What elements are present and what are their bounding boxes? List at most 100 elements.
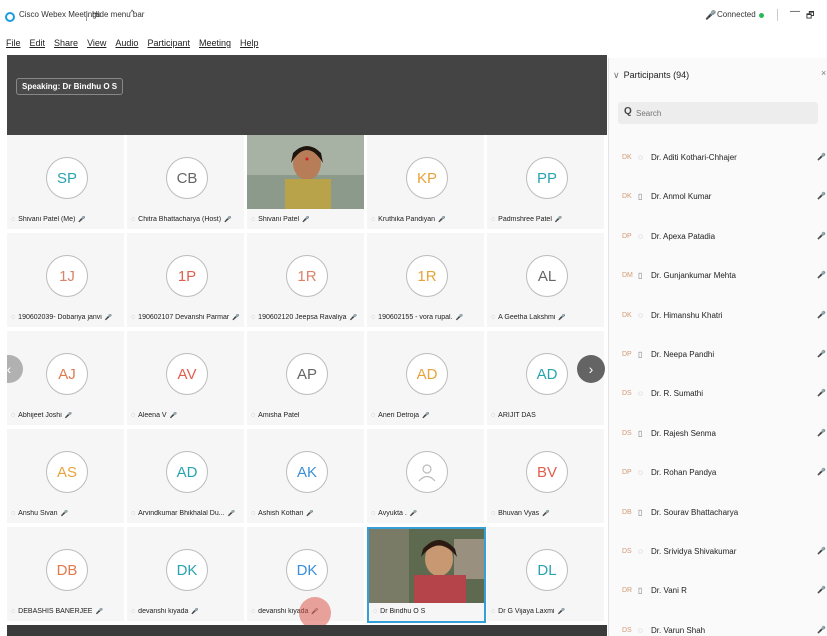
participant-tile[interactable]: AD ◌ Arvindkumar Bhikhalal Du... 🎤 [127,429,246,525]
participant-list-item[interactable]: DS ◌ Dr. Srividya Shivakumar 🎤 [609,534,827,573]
avatar: DK [166,549,208,591]
avatar-initials: AD [176,463,198,481]
participant-tile[interactable]: AP ◌ Amisha Patel [247,331,366,427]
participant-tile[interactable]: AK ◌ Ashish Kothari 🎤 [247,429,366,525]
participant-list-item[interactable]: DS ▯ Dr. Rajesh Senma 🎤 [609,416,827,455]
muted-microphone-icon[interactable]: 🎤 [817,429,826,437]
chevron-down-icon[interactable]: ∨ [613,70,620,80]
avatar-initials: DK [176,561,198,579]
device-icon: ◌ [638,389,643,399]
muted-microphone-icon[interactable]: 🎤 [817,547,826,555]
participant-list-item[interactable]: DP ◌ Dr. Rohan Pandya 🎤 [609,455,827,494]
device-icon: ◌ [11,216,16,223]
participant-name: Dr. R. Sumathi [651,389,704,399]
maximize-button[interactable]: 🗗 [806,8,814,24]
participant-tile[interactable]: 1P ◌ 190602107 Devanshi Parmar 🎤 [127,233,246,329]
participant-list-item[interactable]: DS ◌ Dr. R. Sumathi 🎤 [609,376,827,415]
webex-logo-icon [5,12,15,22]
muted-microphone-icon[interactable]: 🎤 [817,311,826,319]
participants-title: Participants (94) [623,70,690,80]
tile-name-row: ◌ Aneri Detroja 🎤 [371,412,481,419]
avatar: 1R [406,255,448,297]
participant-list-item[interactable]: DK ▯ Dr. Anmol Kumar 🎤 [609,179,827,218]
participant-tile[interactable]: 1R ◌ 190602155 - vora rupal. 🎤 [367,233,486,329]
participant-tile[interactable]: AJ ◌ Abhijeet Joshi 🎤 [7,331,126,427]
participant-list-item[interactable]: DK ◌ Dr. Aditi Kothari-Chhajer 🎤 [609,140,827,179]
participant-name: Dr. Vani R [651,586,687,596]
avatar: PP [526,157,568,199]
participant-tile[interactable]: 1J ◌ 190602039- Dobariya janvi 🎤 [7,233,126,329]
participant-name: 190602120 Jeepsa Ravaliya [258,314,347,321]
menu-help[interactable]: Help [240,38,259,50]
device-icon: ◌ [638,231,643,241]
muted-microphone-icon[interactable]: 🎤 [817,192,826,200]
device-icon: ◌ [491,608,496,615]
participant-tile[interactable]: DL ◌ Dr G Vijaya Laxmi 🎤 [487,527,606,623]
participant-list-item[interactable]: DM ▯ Dr. Gunjankumar Mehta 🎤 [609,258,827,297]
muted-microphone-icon[interactable]: 🎤 [817,468,826,476]
avatar: DB [46,549,88,591]
device-icon: ◌ [251,314,256,321]
participant-tile[interactable]: ◌ Dr Bindhu O S [367,527,486,623]
muted-microphone-icon: 🎤 [95,609,103,615]
participant-list-item[interactable]: DP ◌ Dr. Apexa Patadia 🎤 [609,219,827,258]
video-feed [247,135,364,209]
participant-tile[interactable]: AD ◌ Aneri Detroja 🎤 [367,331,486,427]
participant-tile[interactable]: ◌ Shivani Patel 🎤 [247,135,366,231]
menu-share[interactable]: Share [54,38,78,50]
muted-microphone-icon: 🎤 [554,217,563,223]
muted-microphone-icon[interactable]: 🎤 [817,626,826,634]
menu-view[interactable]: View [87,38,106,50]
participant-tile[interactable]: AS ◌ Anshu Sivan 🎤 [7,429,126,525]
participant-tile[interactable]: ◌ Avyukta . 🎤 [367,429,486,525]
menu-participant[interactable]: Participant [147,38,190,50]
close-panel-icon[interactable]: × [821,68,826,78]
participant-tile[interactable]: PP ◌ Padmshree Patel 🎤 [487,135,606,231]
avatar-initials: 1R [417,267,437,285]
participant-tile[interactable]: SP ◌ Shivani Patel (Me) 🎤 [7,135,126,231]
participant-tile[interactable]: DK ◌devanshi kiyada🎤 [127,527,246,623]
muted-microphone-icon[interactable]: 🎤 [817,271,826,279]
avatar: AS [46,451,88,493]
title-bar: Cisco Webex Meetings Hide menu bar ^ 🎤 C… [0,0,827,38]
participant-tile[interactable]: AL ◌ A Geetha Lakshmi 🎤 [487,233,606,329]
participant-tile[interactable]: CB ◌ Chitra Bhattacharya (Host) 🎤 [127,135,246,231]
device-icon: ◌ [638,546,643,556]
chevron-up-icon[interactable]: ^ [130,8,134,18]
muted-microphone-icon[interactable]: 🎤 [817,350,826,358]
avatar-initials: AD [536,365,558,383]
muted-microphone-icon[interactable]: 🎤 [817,389,826,397]
participant-search[interactable]: Q [618,102,818,124]
participants-header[interactable]: ∨ Participants (94) [613,70,689,81]
next-page-button[interactable]: › [577,355,605,383]
participant-tile[interactable]: KP ◌ Kruthika Pandiyan 🎤 [367,135,486,231]
hide-menu-bar-button[interactable]: Hide menu bar [92,10,144,19]
menu-audio[interactable]: Audio [115,38,138,50]
participant-name: 190602155 - vora rupal. [378,314,453,321]
menu-file[interactable]: File [6,38,21,50]
muted-microphone-icon[interactable]: 🎤 [817,586,826,594]
menu-meeting[interactable]: Meeting [199,38,231,50]
participant-name: devanshi kiyada [138,608,189,615]
participant-tile[interactable]: DB ◌ DEBASHIS BANERJEE 🎤 [7,527,126,623]
participant-list-item[interactable]: DK ◌ Dr. Himanshu Khatri 🎤 [609,298,827,337]
participant-list-item[interactable]: DS ◌ Dr. Varun Shah 🎤 [609,613,827,636]
muted-microphone-icon[interactable]: 🎤 [817,153,826,161]
participant-list-item[interactable]: DB ▯ Dr. Sourav Bhattacharya [609,495,827,534]
avatar-initials: 1P [177,267,197,285]
avatar-initials: AS [56,463,77,481]
search-input[interactable] [636,105,806,121]
active-speaker-area: Speaking: Dr Bindhu O S [7,55,607,135]
participant-name: Dr Bindhu O S [380,608,426,615]
participant-tile[interactable]: AV ◌ Aleena V 🎤 [127,331,246,427]
participant-list-item[interactable]: DR ▯ Dr. Vani R 🎤 [609,573,827,612]
muted-microphone-icon[interactable]: 🎤 [817,232,826,240]
participant-tile[interactable]: BV ◌ Bhuvan Vyas 🎤 [487,429,606,525]
device-icon: ◌ [638,310,643,320]
avatar: AV [166,353,208,395]
device-icon: ◌ [11,510,16,517]
menu-edit[interactable]: Edit [30,38,46,50]
participant-list-item[interactable]: DP ▯ Dr. Neepa Pandhi 🎤 [609,337,827,376]
participant-tile[interactable]: 1R ◌ 190602120 Jeepsa Ravaliya 🎤 [247,233,366,329]
minimize-button[interactable]: — [790,6,800,17]
